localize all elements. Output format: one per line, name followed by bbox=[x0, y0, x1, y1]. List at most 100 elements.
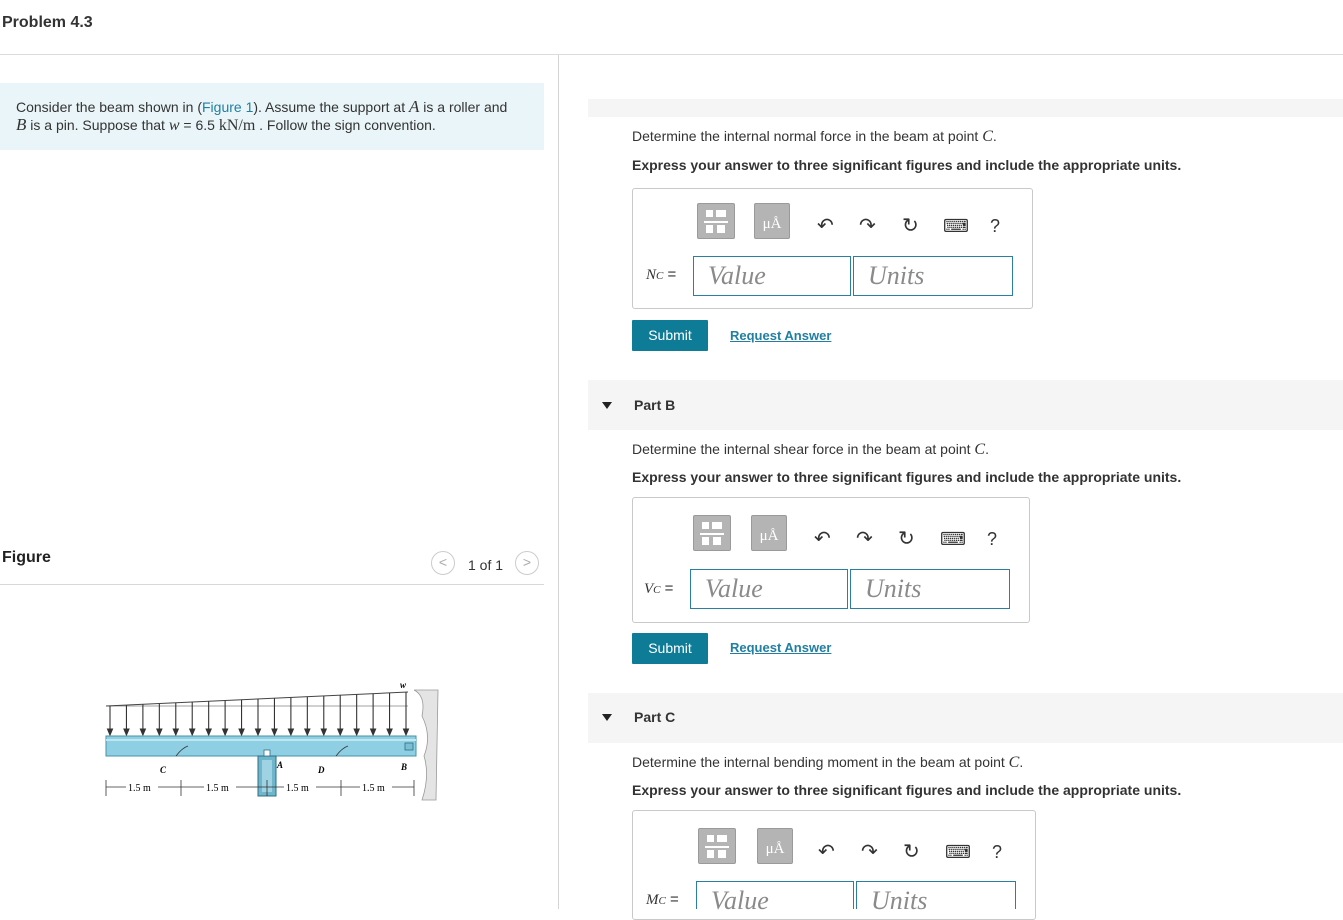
load-arrowhead bbox=[304, 728, 311, 737]
problem-line-1: Consider the beam shown in (Figure 1). A… bbox=[16, 98, 507, 116]
redo-icon[interactable]: ↷ bbox=[856, 529, 873, 549]
problem-text: Consider the beam shown in ( bbox=[16, 99, 202, 115]
templates-button[interactable] bbox=[693, 515, 731, 551]
load-arrowhead bbox=[123, 728, 130, 737]
units-button[interactable]: μÅ bbox=[754, 203, 790, 239]
value-input[interactable]: Value bbox=[690, 569, 848, 609]
variable-subscript: C bbox=[653, 584, 661, 596]
variable-symbol: M bbox=[646, 892, 659, 908]
w-symbol: w bbox=[168, 117, 180, 134]
variable-symbol: N bbox=[646, 267, 657, 283]
templates-icon bbox=[705, 835, 729, 858]
part-c-title[interactable]: Part C bbox=[634, 709, 675, 725]
dimension-label: 1.5 m bbox=[362, 783, 385, 794]
roller-pin bbox=[263, 749, 271, 757]
load-arrowhead bbox=[156, 728, 163, 737]
figure-divider bbox=[0, 584, 544, 585]
load-arrowhead bbox=[369, 728, 377, 737]
collapse-arrow-icon[interactable] bbox=[602, 714, 612, 721]
reset-icon[interactable]: ↻ bbox=[902, 216, 919, 236]
dimension-label: 1.5 m bbox=[128, 783, 151, 794]
figure-pager-count: 1 of 1 bbox=[468, 557, 504, 573]
part-b-variable: VC = bbox=[644, 580, 673, 598]
part-b-header-bar[interactable] bbox=[588, 380, 1343, 430]
problem-text: . Follow the sign convention. bbox=[255, 117, 436, 133]
point-symbol: C bbox=[974, 441, 986, 458]
load-outline bbox=[105, 691, 409, 707]
units-input[interactable]: Units bbox=[850, 569, 1010, 609]
help-button[interactable]: ? bbox=[987, 529, 997, 550]
units-input[interactable]: Units bbox=[853, 256, 1013, 296]
load-arrowhead bbox=[221, 728, 229, 737]
units-button[interactable]: μÅ bbox=[757, 828, 793, 864]
load-arrowhead bbox=[106, 728, 114, 737]
part-c-header-bar[interactable] bbox=[588, 693, 1343, 743]
header-divider bbox=[0, 54, 1343, 55]
templates-button[interactable] bbox=[697, 203, 735, 239]
point-b-symbol: B bbox=[16, 115, 27, 134]
point-d-label: D bbox=[317, 765, 325, 775]
load-arrowhead bbox=[188, 728, 196, 737]
pin-support-b bbox=[404, 742, 414, 751]
question-text: Determine the internal bending moment in… bbox=[632, 754, 1009, 770]
problem-text: ). Assume the support at bbox=[253, 99, 409, 115]
value-input[interactable]: Value bbox=[693, 256, 851, 296]
part-a-header-bar bbox=[588, 99, 1343, 117]
load-arrowhead bbox=[353, 728, 360, 737]
part-b-title[interactable]: Part B bbox=[634, 397, 675, 413]
load-arrowhead bbox=[287, 728, 295, 737]
part-a-variable: NC = bbox=[646, 266, 676, 284]
reset-icon[interactable]: ↻ bbox=[898, 529, 915, 549]
column-divider bbox=[558, 55, 559, 909]
redo-icon[interactable]: ↷ bbox=[861, 842, 878, 862]
keyboard-icon[interactable]: ⌨ bbox=[943, 216, 969, 236]
question-text: . bbox=[992, 128, 997, 144]
keyboard-icon[interactable]: ⌨ bbox=[945, 842, 971, 862]
problem-text: is a roller and bbox=[419, 99, 508, 115]
page-title: Problem 4.3 bbox=[2, 14, 93, 31]
point-a-symbol: A bbox=[409, 97, 420, 116]
load-arrowhead bbox=[271, 728, 278, 737]
units-button[interactable]: μÅ bbox=[751, 515, 787, 551]
question-text: . bbox=[985, 441, 989, 457]
part-b-instruction: Express your answer to three significant… bbox=[632, 469, 1182, 485]
help-button[interactable]: ? bbox=[992, 842, 1002, 863]
prev-figure-button[interactable]: < bbox=[431, 551, 455, 575]
load-label: w bbox=[400, 680, 407, 690]
request-answer-link[interactable]: Request Answer bbox=[730, 328, 831, 343]
keyboard-icon[interactable]: ⌨ bbox=[940, 529, 966, 549]
templates-icon bbox=[704, 210, 728, 233]
undo-icon[interactable]: ↶ bbox=[814, 529, 831, 549]
reset-icon[interactable]: ↻ bbox=[903, 842, 920, 862]
point-b-label: B bbox=[400, 762, 407, 772]
equals-sign: = bbox=[663, 266, 677, 283]
equals-sign: = bbox=[665, 891, 679, 908]
part-a-instruction: Express your answer to three significant… bbox=[632, 157, 1182, 173]
collapse-arrow-icon[interactable] bbox=[602, 402, 612, 409]
submit-button[interactable]: Submit bbox=[632, 633, 708, 664]
redo-icon[interactable]: ↷ bbox=[859, 216, 876, 236]
value-input[interactable]: Value bbox=[696, 881, 854, 915]
question-text: . bbox=[1019, 754, 1024, 770]
question-text: Determine the internal shear force in th… bbox=[632, 441, 975, 457]
part-c-instruction: Express your answer to three significant… bbox=[632, 782, 1182, 798]
next-figure-button[interactable]: > bbox=[515, 551, 539, 575]
equals-sign: = bbox=[660, 580, 674, 597]
templates-button[interactable] bbox=[698, 828, 736, 864]
request-answer-link[interactable]: Request Answer bbox=[730, 640, 831, 655]
dimension-label: 1.5 m bbox=[286, 783, 309, 794]
point-symbol: C bbox=[1008, 754, 1020, 771]
units-input[interactable]: Units bbox=[856, 881, 1016, 915]
variable-symbol: V bbox=[644, 581, 654, 597]
point-symbol: C bbox=[982, 128, 993, 145]
wall-support bbox=[413, 689, 439, 801]
undo-icon[interactable]: ↶ bbox=[817, 216, 834, 236]
help-button[interactable]: ? bbox=[990, 216, 1000, 237]
beam-diagram: w C A D B 1.5 m 1.5 m 1.5 m 1.5 m bbox=[105, 680, 439, 801]
submit-button[interactable]: Submit bbox=[632, 320, 708, 351]
part-c-variable: MC = bbox=[646, 891, 679, 909]
load-arrowhead bbox=[238, 728, 245, 737]
part-b-question: Determine the internal shear force in th… bbox=[632, 441, 989, 459]
figure-link[interactable]: Figure 1 bbox=[202, 99, 253, 115]
undo-icon[interactable]: ↶ bbox=[818, 842, 835, 862]
